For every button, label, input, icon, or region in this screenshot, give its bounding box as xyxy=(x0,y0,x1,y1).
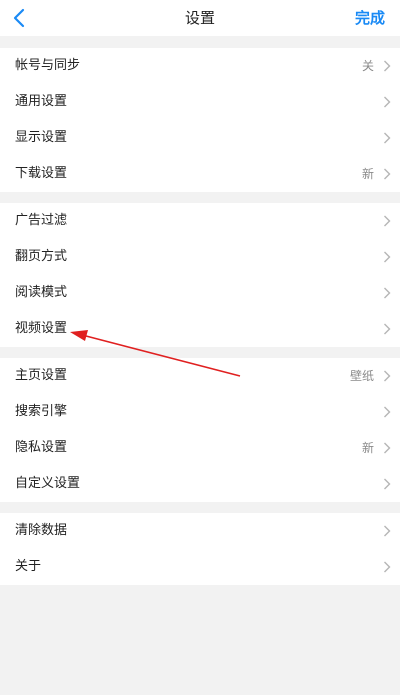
settings-item-general[interactable]: 通用设置 xyxy=(0,84,400,120)
settings-item-label: 视频设置 xyxy=(15,321,68,336)
settings-item-label: 下载设置 xyxy=(15,166,68,181)
settings-group-reading: 广告过滤 翻页方式 阅读模式 视频设置 xyxy=(0,203,400,347)
settings-item-custom[interactable]: 自定义设置 xyxy=(0,466,400,502)
settings-item-page-turn[interactable]: 翻页方式 xyxy=(0,239,400,275)
settings-group-data: 清除数据 关于 xyxy=(0,513,400,585)
settings-item-value: 新 xyxy=(361,167,374,181)
navigation-bar: 设置 完成 xyxy=(0,0,400,36)
settings-item-about[interactable]: 关于 xyxy=(0,549,400,585)
settings-item-ad-filter[interactable]: 广告过滤 xyxy=(0,203,400,239)
settings-item-label: 清除数据 xyxy=(15,523,68,538)
settings-item-account-sync[interactable]: 帐号与同步 关 xyxy=(0,48,400,84)
chevron-right-icon xyxy=(384,132,391,144)
chevron-right-icon xyxy=(384,525,391,537)
settings-item-search-engine[interactable]: 搜索引擎 xyxy=(0,394,400,430)
settings-item-value: 壁纸 xyxy=(349,369,374,383)
chevron-right-icon xyxy=(384,60,391,72)
settings-item-label: 显示设置 xyxy=(15,130,68,145)
chevron-right-icon xyxy=(384,96,391,108)
page-title: 设置 xyxy=(184,9,215,27)
settings-item-video[interactable]: 视频设置 xyxy=(0,311,400,347)
chevron-right-icon xyxy=(384,478,391,490)
settings-item-label: 通用设置 xyxy=(15,94,68,109)
settings-group-home: 主页设置 壁纸 搜索引擎 隐私设置 新 自定义设置 xyxy=(0,358,400,502)
settings-item-value: 关 xyxy=(361,59,374,73)
chevron-right-icon xyxy=(384,561,391,573)
settings-item-download[interactable]: 下载设置 新 xyxy=(0,156,400,192)
settings-item-reading-mode[interactable]: 阅读模式 xyxy=(0,275,400,311)
chevron-right-icon xyxy=(384,215,391,227)
chevron-right-icon xyxy=(384,370,391,382)
settings-item-label: 阅读模式 xyxy=(15,285,68,300)
settings-item-label: 帐号与同步 xyxy=(15,58,81,73)
settings-item-clear-data[interactable]: 清除数据 xyxy=(0,513,400,549)
settings-item-label: 隐私设置 xyxy=(15,440,68,455)
settings-item-display[interactable]: 显示设置 xyxy=(0,120,400,156)
settings-item-label: 广告过滤 xyxy=(15,213,68,228)
settings-screen: 设置 完成 帐号与同步 关 通用设置 显示设置 下载设置 新 广告过滤 翻页方式… xyxy=(0,0,400,695)
settings-item-value: 新 xyxy=(361,441,374,455)
settings-item-label: 自定义设置 xyxy=(15,476,81,491)
chevron-right-icon xyxy=(384,168,391,180)
settings-item-label: 翻页方式 xyxy=(15,249,68,264)
chevron-right-icon xyxy=(384,406,391,418)
settings-item-label: 关于 xyxy=(15,559,42,574)
settings-item-label: 主页设置 xyxy=(15,368,68,383)
chevron-right-icon xyxy=(384,323,391,335)
settings-group-account: 帐号与同步 关 通用设置 显示设置 下载设置 新 xyxy=(0,48,400,192)
chevron-right-icon xyxy=(384,251,391,263)
settings-item-homepage[interactable]: 主页设置 壁纸 xyxy=(0,358,400,394)
chevron-right-icon xyxy=(384,442,391,454)
settings-item-label: 搜索引擎 xyxy=(15,404,68,419)
chevron-right-icon xyxy=(384,287,391,299)
settings-item-privacy[interactable]: 隐私设置 新 xyxy=(0,430,400,466)
done-button[interactable]: 完成 xyxy=(355,0,385,36)
